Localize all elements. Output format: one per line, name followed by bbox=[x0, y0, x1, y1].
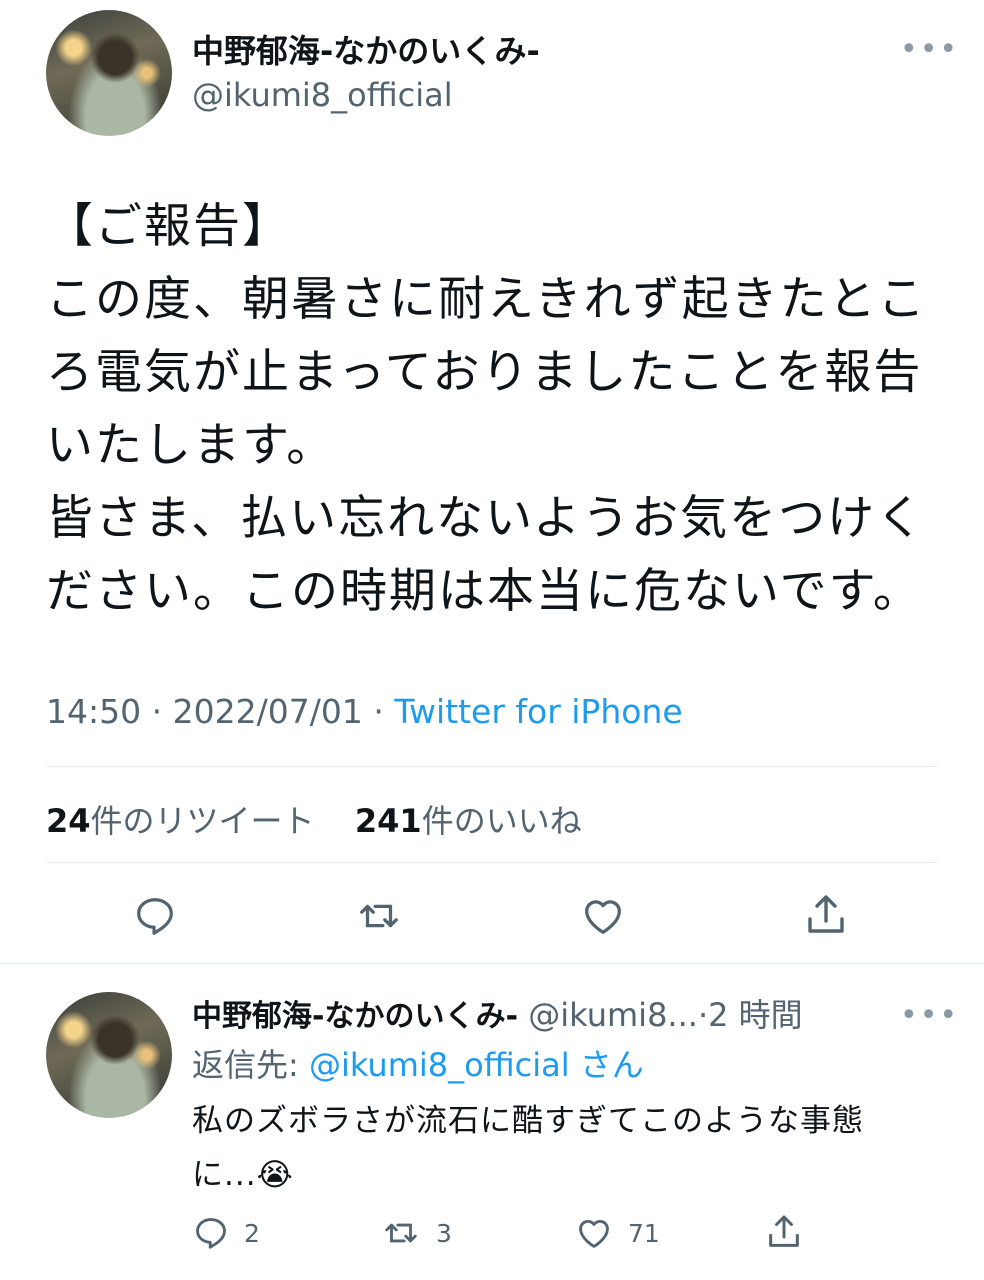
reply-author-handle[interactable]: @ikumi8... bbox=[528, 996, 698, 1034]
like-stat[interactable]: 241件のいいね bbox=[355, 802, 582, 840]
retweet-stat[interactable]: 24件のリツイート bbox=[46, 802, 325, 840]
retweet-action[interactable]: 3 bbox=[380, 1214, 452, 1252]
tweet-line: この度、朝暑さに耐えきれず起きたとこ bbox=[46, 272, 927, 327]
tweet-line: 【ご報告】 bbox=[46, 199, 291, 254]
like-count: 71 bbox=[628, 1218, 660, 1248]
author-handle[interactable]: @ikumi8_official bbox=[192, 76, 453, 114]
reply-text: 私のズボラさが流石に酷すぎてこのような事態 に...😭 bbox=[192, 1094, 952, 1202]
replying-suffix: さん bbox=[579, 1046, 644, 1084]
tweet-meta: 14:50 · 2022/07/01 · Twitter for iPhone bbox=[46, 692, 683, 731]
replying-to-link[interactable]: @ikumi8_official bbox=[309, 1046, 570, 1084]
tweet-text: 【ご報告】 この度、朝暑さに耐えきれず起きたとこ ろ電気が止まっておりましたこと… bbox=[46, 190, 946, 628]
reply-author-name[interactable]: 中野郁海-なかのいくみ- bbox=[192, 999, 518, 1034]
reply-author-avatar[interactable] bbox=[46, 992, 172, 1118]
crying-face-emoji: 😭 bbox=[256, 1157, 294, 1193]
like-action[interactable]: 71 bbox=[574, 1214, 660, 1252]
reply-more-options-icon[interactable]: ••• bbox=[900, 998, 959, 1033]
tweet-line: ださい。この時期は本当に危ないです。 bbox=[46, 564, 922, 619]
reply-icon bbox=[192, 1214, 230, 1252]
heart-icon bbox=[574, 1214, 614, 1252]
heart-icon[interactable] bbox=[579, 893, 627, 939]
tweet-line: ろ電気が止まっておりましたことを報告 bbox=[46, 345, 923, 400]
like-count: 241 bbox=[354, 802, 422, 840]
tweet-source-link[interactable]: Twitter for iPhone bbox=[394, 692, 682, 731]
tweet-line: いたします。 bbox=[46, 418, 336, 473]
reply-icon[interactable] bbox=[132, 893, 178, 939]
reply-line: に... bbox=[192, 1157, 257, 1193]
reply-time[interactable]: 2 時間 bbox=[708, 996, 803, 1034]
reply-action[interactable]: 2 bbox=[192, 1214, 260, 1252]
meta-separator: · bbox=[151, 692, 163, 731]
retweet-count: 3 bbox=[436, 1218, 452, 1248]
retweet-icon[interactable] bbox=[355, 893, 403, 939]
replying-prefix: 返信先: bbox=[192, 1046, 299, 1084]
divider bbox=[46, 766, 938, 767]
more-options-icon[interactable]: ••• bbox=[900, 32, 959, 67]
author-avatar[interactable] bbox=[46, 10, 172, 136]
reply-line: 私のズボラさが流石に酷すぎてこのような事態 bbox=[192, 1103, 864, 1139]
share-icon[interactable] bbox=[802, 891, 850, 939]
reply-header: 中野郁海-なかのいくみ- @ikumi8...·2 時間 bbox=[192, 990, 803, 1036]
retweet-icon bbox=[380, 1214, 422, 1252]
divider bbox=[46, 862, 938, 863]
reply-separator: · bbox=[697, 996, 709, 1034]
reply-line-with-emoji: に...😭 bbox=[192, 1148, 952, 1202]
meta-separator: · bbox=[373, 692, 384, 731]
tweet-stats: 24件のリツイート 241件のいいね bbox=[46, 796, 582, 842]
author-name[interactable]: 中野郁海-なかのいくみ- bbox=[192, 26, 540, 72]
tweet-date[interactable]: 2022/07/01 bbox=[173, 692, 363, 731]
retweet-label: 件のリツイート bbox=[90, 802, 315, 840]
tweet-line: 皆さま、払い忘れないようお気をつけく bbox=[46, 491, 926, 546]
tweet-time[interactable]: 14:50 bbox=[46, 692, 141, 731]
like-label: 件のいいね bbox=[421, 802, 582, 840]
retweet-count: 24 bbox=[46, 802, 91, 840]
share-icon[interactable] bbox=[764, 1212, 804, 1252]
reply-count: 2 bbox=[244, 1218, 260, 1248]
divider bbox=[0, 963, 984, 964]
replying-to: 返信先: @ikumi8_official さん bbox=[192, 1040, 644, 1086]
